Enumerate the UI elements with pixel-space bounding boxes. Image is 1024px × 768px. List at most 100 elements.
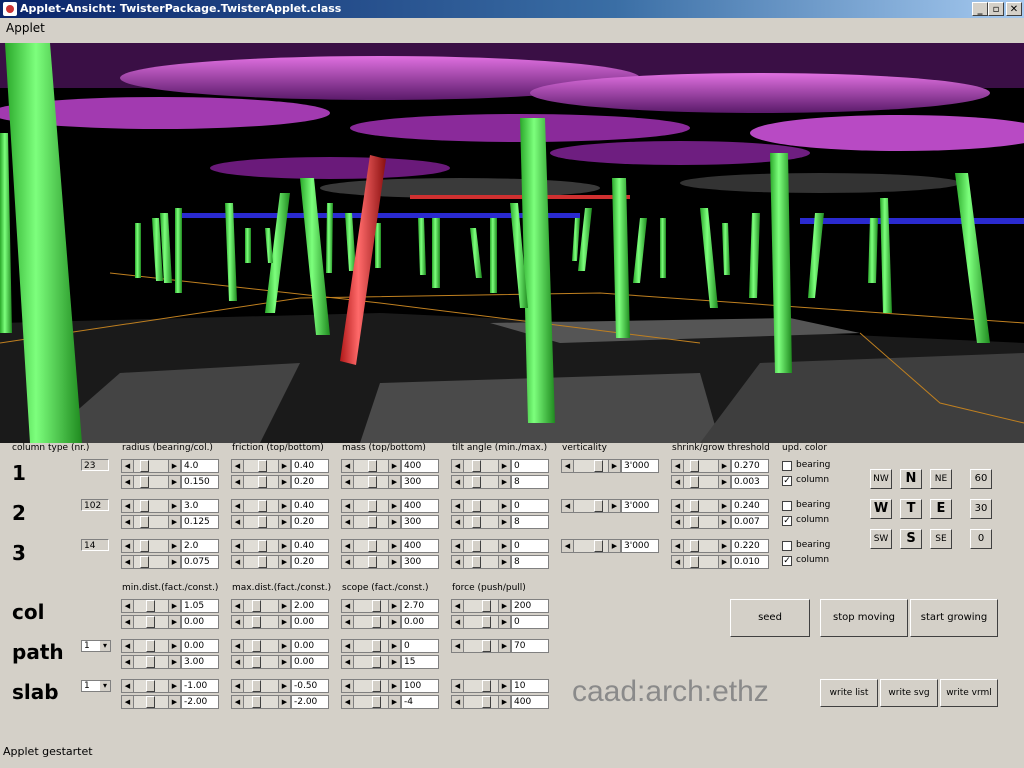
friction-top-slider[interactable]: ◀ ▶ <box>231 539 291 553</box>
tilt-top-slider[interactable]: ◀ ▶ <box>451 539 511 553</box>
e-button[interactable]: E <box>930 499 952 519</box>
col-force-top-slider[interactable]: ◀ ▶ <box>451 599 511 613</box>
slider-thumb[interactable] <box>368 540 377 552</box>
mass-bottom-slider[interactable]: ◀ ▶ <box>341 515 401 529</box>
slab-max-top-slider[interactable]: ◀ ▶ <box>231 679 291 693</box>
slider-right-arrow-icon[interactable]: ▶ <box>388 600 400 612</box>
col-min-top-slider[interactable]: ◀ ▶ <box>121 599 181 613</box>
slider-right-arrow-icon[interactable]: ▶ <box>718 556 730 568</box>
path-scope-top-slider[interactable]: ◀ ▶ <box>341 639 401 653</box>
slider-thumb[interactable] <box>594 460 603 472</box>
slider-thumb[interactable] <box>372 640 381 652</box>
slider-thumb[interactable] <box>482 696 491 708</box>
slider-left-arrow-icon[interactable]: ◀ <box>232 516 244 528</box>
slider-thumb[interactable] <box>258 500 267 512</box>
slider-right-arrow-icon[interactable]: ▶ <box>388 500 400 512</box>
slider-thumb[interactable] <box>252 696 261 708</box>
slider-left-arrow-icon[interactable]: ◀ <box>122 600 134 612</box>
slider-right-arrow-icon[interactable]: ▶ <box>498 680 510 692</box>
slider-left-arrow-icon[interactable]: ◀ <box>672 516 684 528</box>
slider-left-arrow-icon[interactable]: ◀ <box>562 460 574 472</box>
slab-dropdown[interactable]: 1 <box>81 680 111 692</box>
slider-thumb[interactable] <box>258 556 267 568</box>
slider-thumb[interactable] <box>140 516 149 528</box>
friction-top-slider[interactable]: ◀ ▶ <box>231 459 291 473</box>
slider-right-arrow-icon[interactable]: ▶ <box>718 460 730 472</box>
radius-bottom-slider[interactable]: ◀ ▶ <box>121 555 181 569</box>
s-button[interactable]: S <box>900 529 922 549</box>
slider-right-arrow-icon[interactable]: ▶ <box>498 540 510 552</box>
slider-left-arrow-icon[interactable]: ◀ <box>672 476 684 488</box>
sw-button[interactable]: SW <box>870 529 892 549</box>
path-scope-bottom-slider[interactable]: ◀ ▶ <box>341 655 401 669</box>
slider-right-arrow-icon[interactable]: ▶ <box>168 540 180 552</box>
slider-right-arrow-icon[interactable]: ▶ <box>388 516 400 528</box>
slider-thumb[interactable] <box>140 556 149 568</box>
slider-left-arrow-icon[interactable]: ◀ <box>342 540 354 552</box>
verticality-slider[interactable]: ◀ ▶ <box>561 459 621 473</box>
slider-left-arrow-icon[interactable]: ◀ <box>452 696 464 708</box>
slider-left-arrow-icon[interactable]: ◀ <box>122 616 134 628</box>
slider-left-arrow-icon[interactable]: ◀ <box>342 476 354 488</box>
angle-60-button[interactable]: 60 <box>970 469 992 489</box>
slider-left-arrow-icon[interactable]: ◀ <box>452 616 464 628</box>
slider-left-arrow-icon[interactable]: ◀ <box>232 540 244 552</box>
slider-left-arrow-icon[interactable]: ◀ <box>342 696 354 708</box>
slider-thumb[interactable] <box>252 640 261 652</box>
slider-thumb[interactable] <box>252 600 261 612</box>
col-max-top-slider[interactable]: ◀ ▶ <box>231 599 291 613</box>
slider-thumb[interactable] <box>690 516 699 528</box>
slider-left-arrow-icon[interactable]: ◀ <box>452 500 464 512</box>
se-button[interactable]: SE <box>930 529 952 549</box>
slider-left-arrow-icon[interactable]: ◀ <box>452 556 464 568</box>
slider-left-arrow-icon[interactable]: ◀ <box>342 556 354 568</box>
column-checkbox[interactable]: ✓ <box>782 516 792 526</box>
maximize-button[interactable]: ▫ <box>988 2 1004 16</box>
slider-thumb[interactable] <box>258 476 267 488</box>
slider-left-arrow-icon[interactable]: ◀ <box>232 680 244 692</box>
slider-left-arrow-icon[interactable]: ◀ <box>122 540 134 552</box>
column-type-number[interactable]: 102 <box>81 499 109 511</box>
slider-right-arrow-icon[interactable]: ▶ <box>388 540 400 552</box>
slider-thumb[interactable] <box>690 476 699 488</box>
slab-scope-top-slider[interactable]: ◀ ▶ <box>341 679 401 693</box>
path-min-bottom-slider[interactable]: ◀ ▶ <box>121 655 181 669</box>
slider-left-arrow-icon[interactable]: ◀ <box>672 556 684 568</box>
slider-thumb[interactable] <box>472 460 481 472</box>
col-scope-bottom-slider[interactable]: ◀ ▶ <box>341 615 401 629</box>
slider-right-arrow-icon[interactable]: ▶ <box>278 696 290 708</box>
slider-left-arrow-icon[interactable]: ◀ <box>452 600 464 612</box>
slider-thumb[interactable] <box>594 500 603 512</box>
slider-thumb[interactable] <box>372 656 381 668</box>
slider-left-arrow-icon[interactable]: ◀ <box>232 656 244 668</box>
slider-right-arrow-icon[interactable]: ▶ <box>278 600 290 612</box>
slider-left-arrow-icon[interactable]: ◀ <box>562 500 574 512</box>
shrink-bottom-slider[interactable]: ◀ ▶ <box>671 475 731 489</box>
slider-thumb[interactable] <box>472 556 481 568</box>
slider-right-arrow-icon[interactable]: ▶ <box>168 460 180 472</box>
slider-right-arrow-icon[interactable]: ▶ <box>388 656 400 668</box>
slider-thumb[interactable] <box>594 540 603 552</box>
slider-right-arrow-icon[interactable]: ▶ <box>278 680 290 692</box>
path-max-top-slider[interactable]: ◀ ▶ <box>231 639 291 653</box>
tilt-bottom-slider[interactable]: ◀ ▶ <box>451 555 511 569</box>
slider-left-arrow-icon[interactable]: ◀ <box>232 460 244 472</box>
bearing-checkbox[interactable] <box>782 501 792 511</box>
bearing-checkbox[interactable] <box>782 541 792 551</box>
w-button[interactable]: W <box>870 499 892 519</box>
3d-viewport[interactable] <box>0 43 1024 443</box>
slider-left-arrow-icon[interactable]: ◀ <box>232 556 244 568</box>
slider-thumb[interactable] <box>146 616 155 628</box>
col-scope-top-slider[interactable]: ◀ ▶ <box>341 599 401 613</box>
slider-right-arrow-icon[interactable]: ▶ <box>278 640 290 652</box>
slider-thumb[interactable] <box>258 460 267 472</box>
write-list-button[interactable]: write list <box>820 679 878 707</box>
slider-left-arrow-icon[interactable]: ◀ <box>342 516 354 528</box>
slider-right-arrow-icon[interactable]: ▶ <box>608 460 620 472</box>
radius-top-slider[interactable]: ◀ ▶ <box>121 459 181 473</box>
slider-right-arrow-icon[interactable]: ▶ <box>498 476 510 488</box>
slider-left-arrow-icon[interactable]: ◀ <box>232 600 244 612</box>
slider-right-arrow-icon[interactable]: ▶ <box>168 476 180 488</box>
slider-right-arrow-icon[interactable]: ▶ <box>278 516 290 528</box>
slider-right-arrow-icon[interactable]: ▶ <box>168 556 180 568</box>
